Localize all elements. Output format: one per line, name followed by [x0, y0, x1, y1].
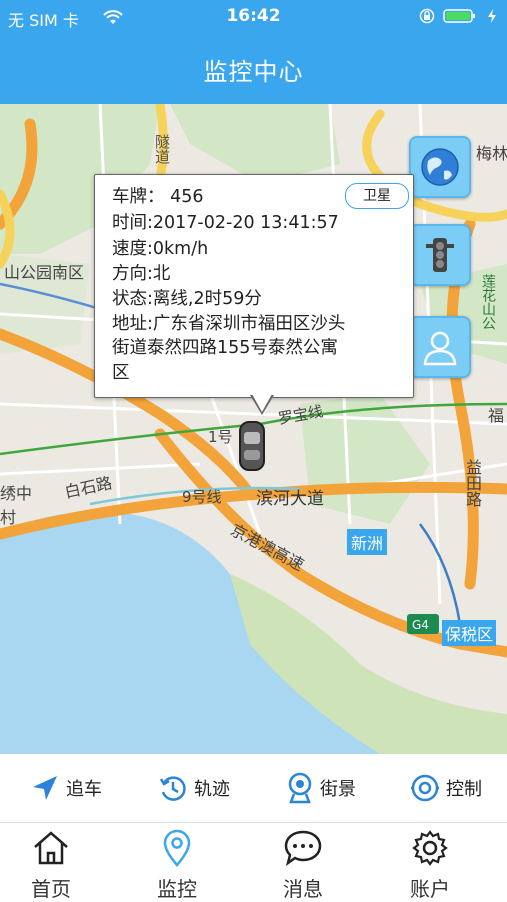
- traffic-light-icon: [426, 238, 454, 272]
- history-clock-icon: [159, 776, 186, 801]
- map-label: 1号: [208, 428, 233, 446]
- person-button[interactable]: [409, 316, 471, 378]
- gear-icon: [412, 830, 448, 866]
- home-icon: [34, 831, 68, 865]
- tab-account[interactable]: 账户: [380, 829, 480, 902]
- address-line: 街道泰然四路155号泰然公寓: [112, 338, 338, 358]
- map-label: 莲花山公: [480, 274, 496, 330]
- globe-icon: [421, 148, 459, 186]
- orientation-lock-icon: [419, 8, 435, 24]
- vehicle-info-popup: 车牌： 456 卫星 时间:2017-02-20 13:41:57 速度:0km…: [94, 174, 414, 415]
- map-label: 保税区: [442, 620, 497, 646]
- time-label: 时间:2017-02-20 13:41:57: [112, 213, 339, 233]
- tab-account-label: 账户: [410, 877, 450, 901]
- tab-monitor[interactable]: 监控: [127, 829, 227, 902]
- tab-home-label: 首页: [31, 877, 71, 901]
- track-label: 轨迹: [194, 779, 230, 800]
- map-label: 9号线: [182, 488, 222, 506]
- person-icon: [423, 331, 457, 366]
- address-line: 区: [112, 363, 130, 383]
- map-type-button[interactable]: [409, 136, 471, 198]
- chase-label: 追车: [66, 779, 102, 800]
- charging-icon: [488, 9, 496, 23]
- target-icon: [411, 774, 439, 802]
- map-label: 福: [488, 406, 505, 425]
- street-view-button[interactable]: 街景: [286, 772, 356, 804]
- tab-home[interactable]: 首页: [1, 829, 101, 902]
- map-label: 隧道: [153, 134, 171, 164]
- traffic-button[interactable]: [409, 224, 471, 286]
- navigation-arrow-icon: [33, 776, 57, 800]
- map-label: G4: [412, 618, 429, 632]
- map-label: 新洲: [347, 529, 388, 555]
- track-button[interactable]: 轨迹: [158, 772, 230, 804]
- action-toolbar: 追车 轨迹 街景 控制: [0, 754, 507, 823]
- battery-icon: [443, 9, 475, 23]
- tab-message-label: 消息: [283, 877, 323, 901]
- camera-icon: [288, 772, 312, 804]
- chat-bubble-icon: [284, 830, 322, 866]
- plate-label: 车牌： 456: [112, 187, 204, 207]
- location-pin-icon: [163, 829, 191, 867]
- control-label: 控制: [446, 779, 482, 800]
- tab-monitor-label: 监控: [157, 877, 197, 901]
- street-view-label: 街景: [320, 779, 356, 800]
- speed-label: 速度:0km/h: [112, 239, 209, 259]
- map-label: 梅林: [476, 144, 507, 163]
- map-label: 绣中村: [0, 484, 33, 527]
- control-button[interactable]: 控制: [410, 772, 482, 804]
- popup-pointer: [252, 394, 272, 412]
- map-label: 益田路: [463, 459, 482, 507]
- status-bar: 无 SIM 卡 16:42: [0, 0, 507, 34]
- page-title: 监控中心: [203, 58, 304, 86]
- direction-label: 方向:北: [112, 264, 171, 284]
- tab-message[interactable]: 消息: [253, 829, 353, 902]
- vehicle-marker[interactable]: [239, 421, 265, 471]
- map-label: 山公园南区: [4, 263, 85, 282]
- tab-bar: 首页 监控 消息 账户: [0, 823, 507, 902]
- status-label: 状态:离线,2时59分: [112, 289, 262, 309]
- satellite-button[interactable]: 卫星: [345, 183, 409, 209]
- address-line: 地址:广东省深圳市福田区沙头: [112, 314, 346, 334]
- chase-button[interactable]: 追车: [30, 772, 102, 804]
- nav-bar: 监控中心: [0, 34, 507, 104]
- map-label: 滨河大道: [256, 489, 324, 509]
